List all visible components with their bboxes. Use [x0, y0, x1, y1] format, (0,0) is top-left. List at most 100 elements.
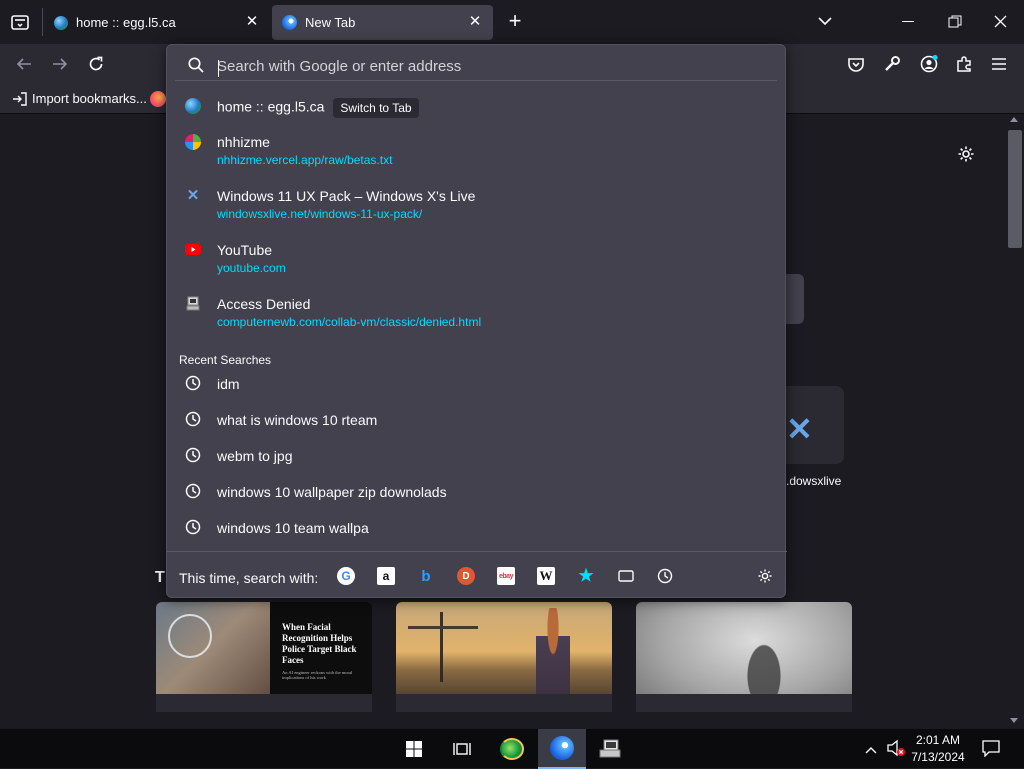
firefox-icon — [282, 15, 297, 30]
ie-app-icon[interactable] — [488, 729, 536, 769]
scroll-down-arrow-icon[interactable] — [1010, 718, 1018, 723]
story-footer — [636, 694, 852, 712]
suggestion-nhhizme[interactable]: nhhizme nhhizme.vercel.app/raw/betas.txt — [175, 127, 777, 177]
scrollbar-thumb[interactable] — [1008, 130, 1022, 248]
import-icon — [13, 91, 27, 106]
globe-icon — [185, 98, 201, 114]
bookmarks-star-icon[interactable]: ★ — [577, 566, 595, 585]
firefox-logo-icon — [550, 736, 574, 760]
extensions-icon[interactable] — [955, 55, 973, 73]
suggestion-url: nhhizme.vercel.app/raw/betas.txt — [217, 153, 393, 167]
new-tab-icon[interactable]: + — [504, 10, 526, 32]
tab-bar: home :: egg.l5.ca ✕ New Tab ✕ + — [0, 0, 1024, 44]
ship-silhouette — [408, 612, 478, 682]
show-hidden-icons-chevron-icon[interactable] — [864, 742, 878, 754]
recent-search-text: windows 10 wallpaper zip downolads — [217, 484, 447, 500]
bing-icon[interactable]: b — [417, 567, 435, 585]
recent-search-item[interactable]: idm — [175, 366, 777, 400]
close-tab-icon[interactable]: ✕ — [244, 14, 260, 30]
history-clock-icon — [185, 375, 201, 391]
shortcut-label: .dowsxlive — [786, 474, 842, 488]
recent-search-text: windows 10 team wallpa — [217, 520, 369, 536]
start-button-windows-icon[interactable] — [390, 729, 438, 769]
notifications-icon[interactable] — [982, 740, 1000, 758]
suggestion-title: nhhizme — [217, 134, 270, 150]
suggestion-title: YouTube — [217, 242, 273, 258]
google-icon[interactable]: G — [337, 567, 355, 585]
amazon-icon[interactable]: a — [377, 567, 395, 585]
clock-time: 2:01 AM — [915, 733, 961, 747]
tabs-icon[interactable] — [617, 567, 635, 585]
ebay-icon[interactable]: ebay — [497, 567, 515, 585]
clock-date: 7/13/2024 — [911, 750, 965, 764]
search-icon — [187, 56, 205, 74]
suggestion-youtube[interactable]: YouTube youtube.com — [175, 235, 777, 285]
history-clock-icon — [185, 447, 201, 463]
newtab-settings-gear-icon[interactable] — [957, 145, 975, 163]
task-view-icon[interactable] — [438, 729, 486, 769]
import-bookmarks-button[interactable]: Import bookmarks... — [12, 91, 147, 106]
forward-icon[interactable] — [51, 56, 69, 72]
taskbar-clock[interactable]: 2:01 AM 7/13/2024 — [906, 732, 970, 766]
story-tile-ships[interactable] — [396, 602, 612, 712]
recent-search-item[interactable]: webm to jpg — [175, 438, 777, 472]
history-icon[interactable] — [656, 567, 674, 585]
firefox-bookmark-icon[interactable] — [150, 91, 166, 107]
menu-icon[interactable] — [991, 57, 1007, 71]
chevron-down-icon[interactable] — [816, 14, 834, 28]
suggestion-url: windowsxlive.net/windows-11-ux-pack/ — [217, 207, 423, 221]
tab-list-icon[interactable] — [10, 13, 30, 31]
urlbar — [175, 51, 777, 81]
story-footer — [156, 694, 372, 712]
volume-muted-icon[interactable] — [886, 739, 906, 757]
close-tab-icon[interactable]: ✕ — [467, 14, 483, 30]
search-settings-icon[interactable] — [756, 567, 774, 585]
urlbar-input[interactable] — [217, 56, 757, 76]
suggestion-switch-to-tab[interactable]: home :: egg.l5.ca Switch to Tab — [175, 91, 777, 125]
pocket-icon[interactable] — [847, 55, 865, 73]
recent-search-text: webm to jpg — [217, 448, 293, 464]
recent-search-item[interactable]: what is windows 10 rteam — [175, 402, 777, 436]
youtube-icon — [185, 244, 201, 255]
minimize-icon[interactable] — [902, 21, 914, 22]
switch-to-tab-badge: Switch to Tab — [333, 98, 419, 118]
restore-icon[interactable] — [948, 15, 962, 29]
suggestion-url: computernewb.com/collab-vm/classic/denie… — [217, 315, 482, 329]
account-icon[interactable] — [919, 54, 939, 74]
tab-home-egg[interactable]: home :: egg.l5.ca ✕ — [44, 5, 270, 40]
story-subline: An AI engineer reckons with the moral im… — [282, 670, 353, 680]
import-bookmarks-label: Import bookmarks... — [32, 91, 147, 106]
firefox-taskbar-icon[interactable] — [538, 729, 586, 769]
suggestion-title: Access Denied — [217, 296, 311, 312]
text-caret — [218, 60, 219, 77]
wikipedia-icon[interactable]: W — [537, 567, 555, 585]
suggestion-windows11-ux-pack[interactable]: ✕ Windows 11 UX Pack – Windows X's Live … — [175, 181, 777, 231]
urlbar-dropdown: home :: egg.l5.ca Switch to Tab nhhizme n… — [166, 44, 787, 598]
story-footer — [396, 694, 612, 712]
shortcut-tile-windowsxlive[interactable]: ✕ — [780, 386, 844, 464]
colorful-favicon-icon — [185, 134, 201, 150]
tab-separator — [42, 8, 43, 36]
computernewb-icon — [185, 296, 201, 312]
recent-searches-heading: Recent Searches — [179, 353, 272, 367]
vm-app-icon[interactable] — [586, 729, 634, 769]
duckduckgo-icon[interactable]: D — [457, 567, 475, 585]
suggestion-access-denied[interactable]: Access Denied computernewb.com/collab-vm… — [175, 289, 777, 339]
windowsx-logo-icon: ✕ — [786, 411, 813, 447]
tab-new-tab[interactable]: New Tab ✕ — [272, 5, 493, 40]
story-tile-facial-recognition[interactable]: When Facial Recognition Helps Police Tar… — [156, 602, 372, 712]
history-clock-icon — [185, 519, 201, 535]
suggestion-title-wrap: home :: egg.l5.ca Switch to Tab — [217, 98, 419, 118]
recent-search-item[interactable]: windows 10 team wallpa — [175, 510, 777, 544]
scroll-up-arrow-icon[interactable] — [1010, 117, 1018, 122]
reload-icon[interactable] — [87, 55, 105, 73]
wrench-icon[interactable] — [883, 55, 901, 73]
suggestion-title: Windows 11 UX Pack – Windows X's Live — [217, 188, 476, 204]
back-icon[interactable] — [15, 56, 33, 72]
recent-search-item[interactable]: windows 10 wallpaper zip downolads — [175, 474, 777, 508]
history-clock-icon — [185, 483, 201, 499]
hand-silhouette — [734, 620, 794, 700]
tab-title: home :: egg.l5.ca — [76, 15, 176, 30]
close-window-icon[interactable] — [993, 14, 1008, 29]
story-tile-hand[interactable] — [636, 602, 852, 712]
